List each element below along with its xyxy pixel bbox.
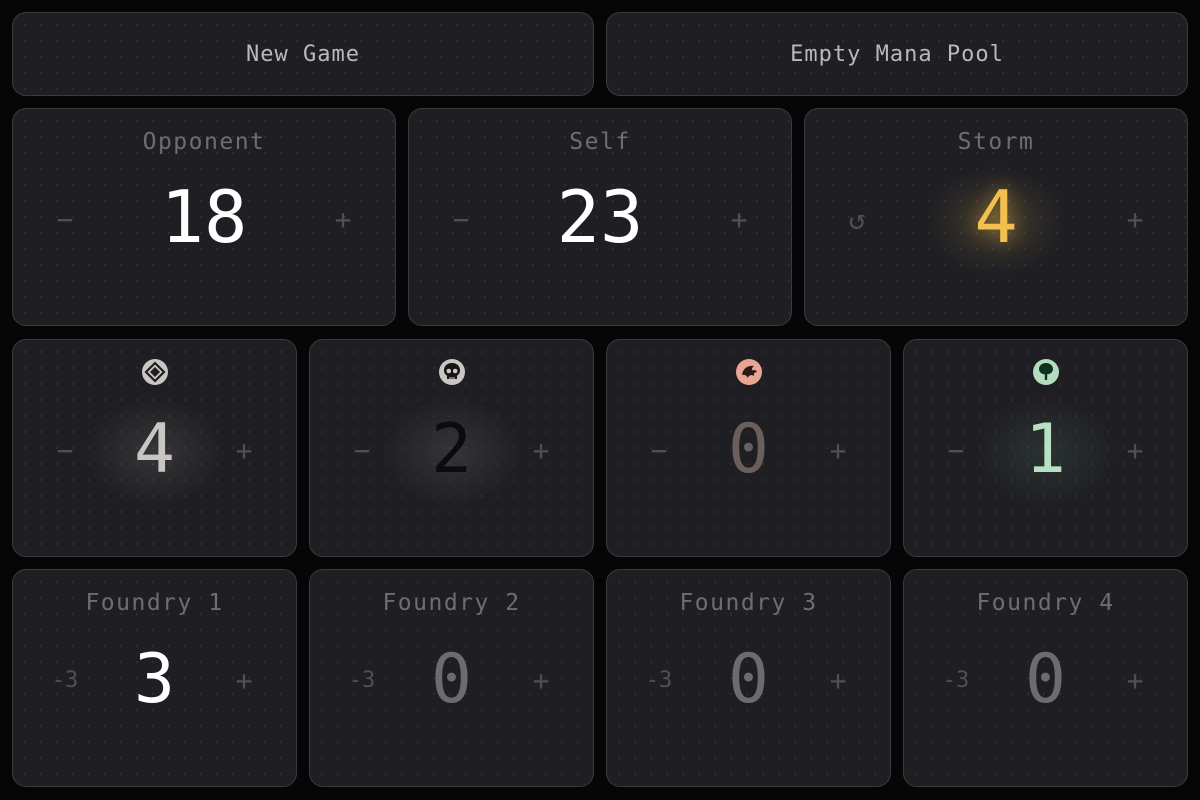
red-increment-button[interactable]: + (816, 428, 860, 472)
empty-mana-pool-label: Empty Mana Pool (790, 41, 1004, 67)
foundry-4-increment-button[interactable]: + (1113, 658, 1157, 702)
foundry-2-counter: Foundry 2 -3 0 + (309, 569, 594, 787)
green-mana-counter: − 1 + (903, 339, 1188, 557)
opponent-life-counter: Opponent − 18 + (12, 108, 396, 326)
colorless-mana-icon (141, 358, 169, 386)
opponent-increment-button[interactable]: + (321, 197, 365, 241)
storm-label: Storm (957, 129, 1035, 155)
foundry-2-label: Foundry 2 (382, 590, 521, 616)
black-increment-button[interactable]: + (519, 428, 563, 472)
foundry-4-counter: Foundry 4 -3 0 + (903, 569, 1188, 787)
empty-mana-pool-button[interactable]: Empty Mana Pool (606, 12, 1188, 96)
new-game-label: New Game (246, 41, 360, 67)
storm-counter: Storm ↺ 4 + (804, 108, 1188, 326)
foundry-2-increment-button[interactable]: + (519, 658, 563, 702)
storm-increment-button[interactable]: + (1113, 197, 1157, 241)
green-increment-button[interactable]: + (1113, 428, 1157, 472)
colorless-mana-counter: − 4 + (12, 339, 297, 557)
self-increment-button[interactable]: + (717, 197, 761, 241)
red-mana-counter: − 0 + (606, 339, 891, 557)
foundry-3-counter: Foundry 3 -3 0 + (606, 569, 891, 787)
new-game-button[interactable]: New Game (12, 12, 594, 96)
app-root: New Game Empty Mana Pool Opponent − 18 +… (0, 0, 1200, 800)
foundry-1-increment-button[interactable]: + (222, 658, 266, 702)
black-mana-counter: − 2 + (309, 339, 594, 557)
self-life-counter: Self − 23 + (408, 108, 792, 326)
colorless-increment-button[interactable]: + (222, 428, 266, 472)
foundry-3-increment-button[interactable]: + (816, 658, 860, 702)
green-mana-tree-icon (1032, 358, 1060, 386)
foundry-4-label: Foundry 4 (976, 590, 1115, 616)
self-label: Self (569, 129, 631, 155)
foundry-1-label: Foundry 1 (85, 590, 224, 616)
foundry-1-counter: Foundry 1 -3 3 + (12, 569, 297, 787)
black-mana-skull-icon (438, 358, 466, 386)
red-mana-dragon-icon (735, 358, 763, 386)
opponent-label: Opponent (142, 129, 266, 155)
foundry-3-label: Foundry 3 (679, 590, 818, 616)
